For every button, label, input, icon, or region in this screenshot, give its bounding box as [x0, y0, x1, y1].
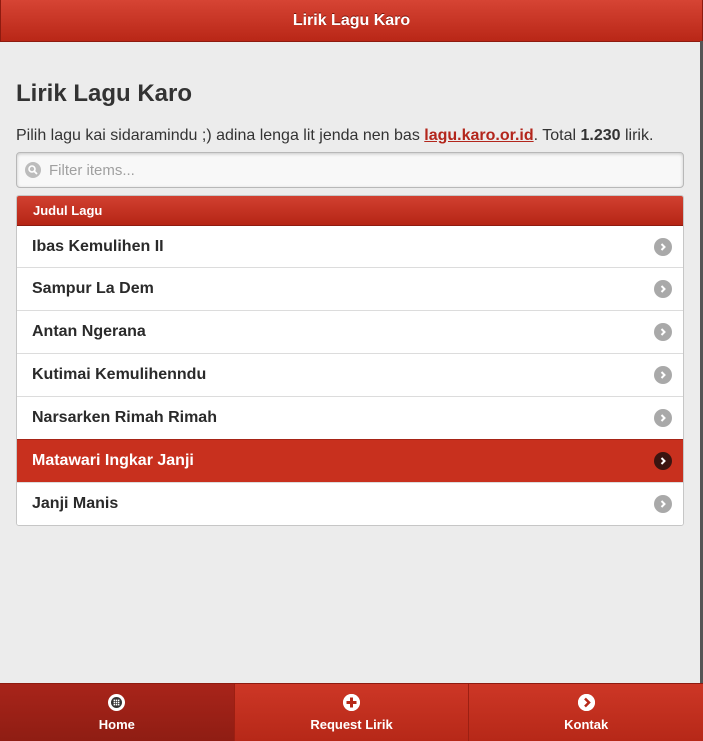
tab-home[interactable]: Home — [0, 684, 235, 741]
song-title: Narsarken Rimah Rimah — [32, 409, 217, 426]
list-item[interactable]: Sampur La Dem — [17, 267, 683, 310]
song-list: Judul Lagu Ibas Kemulihen II Sampur La D… — [16, 195, 684, 526]
intro-prefix: Pilih lagu kai sidaramindu ;) adina leng… — [16, 127, 425, 144]
list-item[interactable]: Ibas Kemulihen II — [17, 226, 683, 267]
chevron-right-icon — [654, 323, 672, 341]
list-divider-label: Judul Lagu — [33, 203, 103, 218]
filter-input[interactable] — [47, 160, 651, 180]
chevron-right-icon — [654, 409, 672, 427]
list-item[interactable]: Antan Ngerana — [17, 310, 683, 353]
song-count: 1.230 — [580, 127, 621, 144]
chevron-right-icon — [577, 693, 595, 711]
tab-home-label: Home — [98, 716, 135, 732]
page-title: Lirik Lagu Karo — [16, 80, 193, 107]
header-title: Lirik Lagu Karo — [292, 11, 411, 29]
song-title: Matawari Ingkar Janji — [32, 452, 194, 469]
tab-kontak-label: Kontak — [564, 716, 609, 732]
intro-mid: . Total — [533, 127, 581, 144]
main-content: Lirik Lagu Karo Pilih lagu kai sidaramin… — [16, 42, 684, 526]
song-title: Kutimai Kemulihenndu — [32, 366, 207, 383]
search-icon — [25, 162, 41, 178]
intro-text: Pilih lagu kai sidaramindu ;) adina leng… — [16, 126, 684, 146]
tab-kontak[interactable]: Kontak — [469, 684, 703, 741]
filter-box — [16, 152, 684, 188]
song-title: Sampur La Dem — [32, 280, 154, 297]
plus-icon — [343, 693, 360, 711]
tab-request-lirik[interactable]: Request Lirik — [234, 684, 470, 741]
chevron-right-icon — [654, 452, 672, 470]
list-item[interactable]: Janji Manis — [17, 482, 683, 525]
list-divider: Judul Lagu — [17, 196, 683, 226]
song-title: Antan Ngerana — [32, 323, 146, 340]
chevron-right-icon — [654, 280, 672, 298]
chevron-right-icon — [654, 366, 672, 384]
tab-request-label: Request Lirik — [310, 716, 393, 732]
list-item[interactable]: Kutimai Kemulihenndu — [17, 353, 683, 396]
app-header: Lirik Lagu Karo — [0, 0, 703, 42]
chevron-right-icon — [654, 237, 672, 256]
intro-suffix: lirik. — [620, 127, 654, 144]
song-title: Janji Manis — [32, 495, 119, 512]
grid-icon — [108, 693, 126, 711]
list-item[interactable]: Narsarken Rimah Rimah — [17, 396, 683, 439]
site-link[interactable]: lagu.karo.or.id — [424, 127, 533, 144]
song-title: Ibas Kemulihen II — [32, 237, 164, 255]
footer-navbar: Home Request Lirik Kontak — [0, 683, 703, 741]
chevron-right-icon — [654, 495, 672, 513]
list-item-active[interactable]: Matawari Ingkar Janji — [17, 439, 683, 482]
